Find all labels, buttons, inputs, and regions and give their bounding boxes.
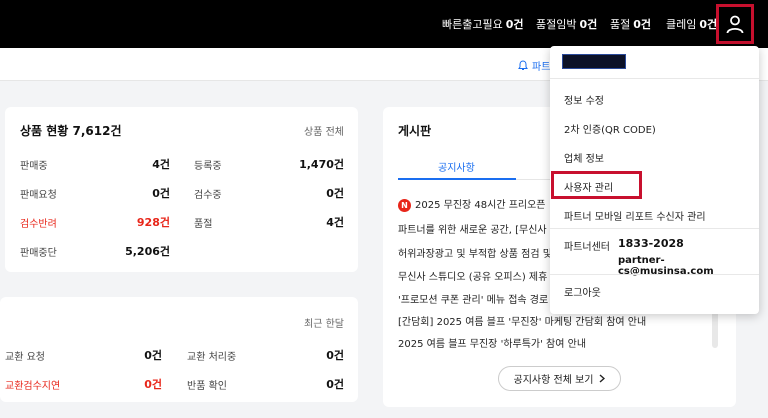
menu-item-mobile-report[interactable]: 파트너 모바일 리포트 수신자 관리 [564, 208, 706, 223]
tab-notices[interactable]: 공지사항 [438, 159, 475, 174]
bell-icon [518, 60, 528, 70]
notice-item[interactable]: 허위과장광고 및 부적합 상품 점검 및 [398, 245, 552, 260]
redacted-username [562, 54, 626, 69]
metric-value: 0건 [505, 18, 524, 31]
status-label[interactable]: 검수중 [194, 186, 222, 201]
notice-item[interactable]: 파트너를 위한 새로운 공간, [무신사 파 [398, 221, 559, 236]
divider [550, 228, 759, 229]
claim-value[interactable]: 0건 [290, 376, 344, 392]
cs-phone: 1833-2028 [618, 237, 684, 250]
claim-value[interactable]: 0건 [110, 347, 162, 363]
claim-value[interactable]: 0건 [290, 347, 344, 363]
view-all-notices-button[interactable]: 공지사항 전체 보기 [498, 366, 621, 391]
status-label[interactable]: 판매요청 [20, 186, 57, 201]
status-label[interactable]: 품절 [194, 215, 212, 230]
user-menu-button[interactable] [716, 4, 754, 44]
metric-label: 품절 [610, 18, 631, 31]
menu-item-logout[interactable]: 로그아웃 [564, 284, 601, 299]
status-value[interactable]: 1,470건 [274, 156, 344, 172]
metric-label: 빠른출고필요 [442, 18, 503, 31]
metric-soldout[interactable]: 품절 0건 [610, 16, 651, 32]
product-status-title: 상품 현황 7,612건 [20, 124, 122, 138]
metric-label: 클레임 [666, 18, 697, 31]
status-value[interactable]: 0건 [274, 185, 344, 201]
top-bar: 빠른출고필요 0건 품절임박 0건 품절 0건 클레임 0건 [0, 0, 768, 48]
claim-label[interactable]: 반품 확인 [187, 377, 227, 392]
metric-claims[interactable]: 클레임 0건 [666, 16, 717, 32]
status-value[interactable]: 4건 [120, 156, 170, 172]
notice-item[interactable]: 2025 여름 블프 무진장 '하루특가' 참여 안내 [398, 335, 586, 350]
menu-item-company-info[interactable]: 업체 정보 [564, 150, 604, 165]
notice-item[interactable]: '프로모션 쿠폰 관리' 메뉴 접속 경로 변 [398, 291, 561, 306]
status-value[interactable]: 0건 [120, 185, 170, 201]
status-value[interactable]: 928건 [110, 214, 170, 230]
metric-value: 0건 [579, 18, 598, 31]
status-label[interactable]: 등록중 [194, 157, 222, 172]
status-value[interactable]: 5,206건 [100, 243, 170, 259]
status-label[interactable]: 판매중 [20, 157, 48, 172]
board-title: 게시판 [398, 124, 432, 138]
product-status-filter[interactable]: 상품 전체 [304, 123, 344, 138]
cs-center-label: 파트너센터 [564, 242, 610, 253]
highlight-box [551, 171, 642, 199]
metric-fast-shipping[interactable]: 빠른출고필요 0건 [442, 16, 524, 32]
claim-label[interactable]: 교환 요청 [5, 348, 45, 363]
view-all-label: 공지사항 전체 보기 [513, 375, 594, 386]
claims-filter[interactable]: 최근 한달 [304, 315, 344, 330]
user-icon [726, 15, 744, 34]
metric-near-soldout[interactable]: 품절임박 0건 [536, 16, 597, 32]
status-label[interactable]: 판매중단 [20, 244, 57, 259]
tab-active-indicator [398, 178, 516, 180]
divider [550, 274, 759, 275]
claim-value[interactable]: 0건 [110, 376, 162, 392]
claim-label[interactable]: 교환검수지연 [5, 377, 60, 392]
notice-item[interactable]: N 2025 무진장 48시간 프리오픈 [398, 196, 546, 212]
new-badge: N [398, 198, 411, 212]
status-label[interactable]: 검수반려 [20, 215, 57, 230]
status-value[interactable]: 4건 [274, 214, 344, 230]
claim-label[interactable]: 교환 처리중 [187, 348, 236, 363]
notice-item[interactable]: 무신사 스튜디오 (공유 오피스) 제휴 혜 [398, 268, 560, 283]
metric-label: 품절임박 [536, 18, 577, 31]
metric-value: 0건 [633, 18, 652, 31]
notice-text: 2025 무진장 48시간 프리오픈 [415, 200, 546, 211]
notice-item[interactable]: [간담회] 2025 여름 블프 '무진장' 마케팅 간담회 참여 안내 [398, 313, 646, 328]
chevron-right-icon [600, 374, 606, 383]
menu-item-edit-info[interactable]: 정보 수정 [564, 92, 604, 107]
metric-value: 0건 [699, 18, 718, 31]
divider [550, 78, 759, 79]
menu-item-2fa[interactable]: 2차 인증(QR CODE) [564, 121, 656, 136]
